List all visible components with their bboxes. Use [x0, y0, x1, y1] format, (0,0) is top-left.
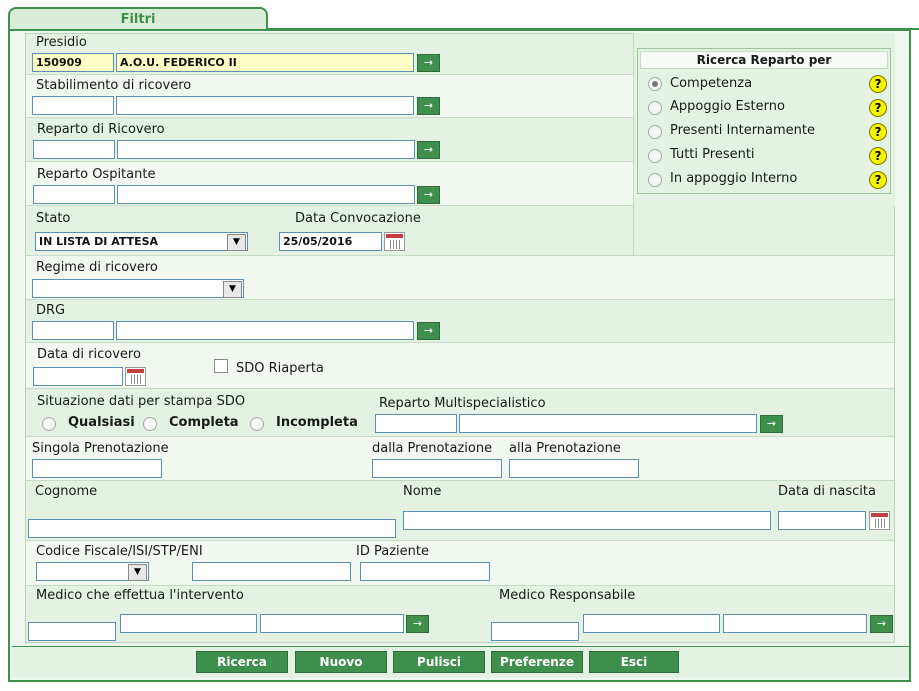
- reparto-ospitante-name-field[interactable]: [117, 185, 415, 204]
- cognome-field[interactable]: [28, 519, 396, 538]
- label-completa: Completa: [169, 415, 239, 430]
- alla-prenotazione-label: alla Prenotazione: [509, 441, 621, 456]
- ricerca-reparto-title: Ricerca Reparto per: [640, 51, 888, 69]
- data-ricovero-label: Data di ricovero: [37, 347, 141, 362]
- sdo-riaperta-checkbox[interactable]: [214, 359, 228, 373]
- stato-label: Stato: [36, 211, 71, 226]
- nome-field[interactable]: [403, 511, 771, 530]
- calendar-icon-nascita[interactable]: [869, 511, 890, 530]
- presidio-lookup-button[interactable]: →: [417, 54, 440, 72]
- medico-intervento-cognome-field[interactable]: [120, 614, 257, 633]
- sdo-riaperta-label: SDO Riaperta: [236, 361, 324, 376]
- label-competenza: Competenza: [670, 76, 753, 91]
- stato-select[interactable]: IN LISTA DI ATTESA ▼: [35, 232, 248, 251]
- label-in-appoggio-interno: In appoggio Interno: [670, 171, 798, 186]
- dalla-prenotazione-label: dalla Prenotazione: [372, 441, 493, 456]
- radio-in-appoggio-interno[interactable]: [648, 173, 662, 187]
- help-icon-in-appoggio-interno[interactable]: ?: [869, 171, 887, 189]
- radio-incompleta[interactable]: [250, 417, 264, 431]
- tab-filtri[interactable]: Filtri: [8, 7, 268, 31]
- stabilimento-code-field[interactable]: [32, 96, 114, 115]
- reparto-ospitante-code-field[interactable]: [33, 185, 115, 204]
- medico-intervento-lookup-button[interactable]: →: [406, 615, 429, 633]
- nome-label: Nome: [403, 484, 442, 499]
- medico-intervento-nome-field[interactable]: [260, 614, 404, 633]
- presidio-name-field[interactable]: A.O.U. FEDERICO II: [116, 53, 414, 72]
- esci-button[interactable]: Esci: [589, 651, 679, 673]
- reparto-ospitante-label: Reparto Ospitante: [37, 167, 156, 182]
- regime-label: Regime di ricovero: [36, 260, 158, 275]
- radio-presenti-internamente[interactable]: [648, 125, 662, 139]
- medico-responsabile-lookup-button[interactable]: →: [870, 615, 893, 633]
- reparto-ricovero-label: Reparto di Ricovero: [37, 122, 165, 137]
- stabilimento-name-field[interactable]: [116, 96, 414, 115]
- id-paziente-field[interactable]: [360, 562, 490, 581]
- presidio-label: Presidio: [36, 35, 87, 50]
- medico-responsabile-label: Medico Responsabile: [499, 588, 636, 603]
- reparto-ricovero-lookup-button[interactable]: →: [417, 141, 440, 159]
- ricerca-button[interactable]: Ricerca: [196, 651, 288, 673]
- medico-intervento-code-field[interactable]: [28, 622, 116, 641]
- calendar-icon-ricovero[interactable]: [125, 367, 146, 386]
- drg-description-field[interactable]: [116, 321, 414, 340]
- reparto-multi-lookup-button[interactable]: →: [760, 415, 783, 433]
- chevron-down-icon: ▼: [128, 564, 147, 581]
- presidio-code-field[interactable]: 150909: [32, 53, 114, 72]
- data-nascita-field[interactable]: [778, 511, 866, 530]
- reparto-ospitante-lookup-button[interactable]: →: [417, 186, 440, 204]
- reparto-multi-name-field[interactable]: [459, 414, 757, 433]
- medico-intervento-label: Medico che effettua l'intervento: [36, 588, 244, 603]
- help-icon-presenti-internamente[interactable]: ?: [869, 123, 887, 141]
- codice-fiscale-label: Codice Fiscale/ISI/STP/ENI: [36, 544, 203, 559]
- id-paziente-label: ID Paziente: [356, 544, 429, 559]
- label-presenti-internamente: Presenti Internamente: [670, 123, 816, 138]
- singola-prenotazione-field[interactable]: [32, 459, 162, 478]
- codice-fiscale-select[interactable]: ▼: [36, 562, 149, 581]
- stabilimento-label: Stabilimento di ricovero: [36, 78, 192, 93]
- medico-responsabile-cognome-field[interactable]: [583, 614, 720, 633]
- radio-completa[interactable]: [143, 417, 157, 431]
- data-nascita-label: Data di nascita: [778, 484, 876, 499]
- preferenze-button[interactable]: Preferenze: [491, 651, 583, 673]
- label-incompleta: Incompleta: [276, 415, 358, 430]
- radio-competenza[interactable]: [648, 77, 662, 91]
- data-convocazione-label: Data Convocazione: [295, 211, 421, 226]
- stabilimento-lookup-button[interactable]: →: [417, 97, 440, 115]
- label-qualsiasi: Qualsiasi: [68, 415, 135, 430]
- reparto-ricovero-code-field[interactable]: [33, 140, 115, 159]
- help-icon-tutti-presenti[interactable]: ?: [869, 147, 887, 165]
- drg-label: DRG: [36, 303, 66, 318]
- medico-responsabile-nome-field[interactable]: [723, 614, 867, 633]
- help-icon-appoggio-esterno[interactable]: ?: [869, 99, 887, 117]
- chevron-down-icon: ▼: [223, 281, 242, 298]
- pulisci-button[interactable]: Pulisci: [393, 651, 485, 673]
- regime-select[interactable]: ▼: [32, 279, 244, 298]
- codice-fiscale-field[interactable]: [192, 562, 351, 581]
- reparto-multi-code-field[interactable]: [375, 414, 457, 433]
- medico-responsabile-code-field[interactable]: [491, 622, 579, 641]
- situazione-label: Situazione dati per stampa SDO: [37, 394, 246, 409]
- radio-qualsiasi[interactable]: [42, 417, 56, 431]
- nuovo-button[interactable]: Nuovo: [295, 651, 387, 673]
- cognome-label: Cognome: [35, 484, 98, 499]
- reparto-ricovero-name-field[interactable]: [117, 140, 415, 159]
- label-tutti-presenti: Tutti Presenti: [670, 147, 755, 162]
- data-ricovero-field[interactable]: [33, 367, 123, 386]
- calendar-icon-convocazione[interactable]: [384, 232, 405, 251]
- alla-prenotazione-field[interactable]: [509, 459, 639, 478]
- reparto-multi-label: Reparto Multispecialistico: [379, 396, 546, 411]
- help-icon-competenza[interactable]: ?: [869, 75, 887, 93]
- data-convocazione-field[interactable]: 25/05/2016: [279, 232, 382, 251]
- radio-appoggio-esterno[interactable]: [648, 101, 662, 115]
- radio-tutti-presenti[interactable]: [648, 149, 662, 163]
- chevron-down-icon: ▼: [227, 234, 246, 251]
- stato-select-value: IN LISTA DI ATTESA: [39, 235, 159, 248]
- dalla-prenotazione-field[interactable]: [372, 459, 502, 478]
- drg-lookup-button[interactable]: →: [417, 322, 440, 340]
- singola-prenotazione-label: Singola Prenotazione: [32, 441, 169, 456]
- label-appoggio-esterno: Appoggio Esterno: [670, 99, 785, 114]
- drg-code-field[interactable]: [32, 321, 114, 340]
